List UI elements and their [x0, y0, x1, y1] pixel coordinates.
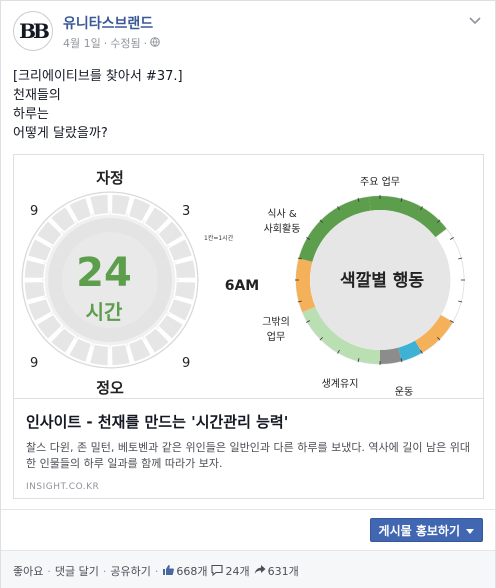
tick-left-bottom: 9 [30, 356, 38, 371]
link-domain: INSIGHT.CO.KR [26, 482, 100, 492]
label-other-work-1: 그밖의 [262, 316, 290, 328]
label-exercise: 운동 [395, 386, 413, 398]
caret-down-icon [466, 523, 474, 537]
likes-stat[interactable]: 668개 [162, 563, 207, 579]
meta-separator: · [103, 36, 108, 50]
clock-center-unit: 시간 [86, 300, 123, 324]
label-main-work: 주요 업무 [360, 175, 400, 188]
action-dot-2: · [102, 564, 107, 578]
meta-separator-2: · [143, 36, 148, 50]
globe-icon[interactable] [150, 36, 160, 50]
promote-label: 게시물 홍보하기 [378, 523, 460, 538]
clock-right-label: 6AM [225, 278, 260, 294]
activity-ring: 색깔별 행동 주요 업무 식사 & 사회활동 그밖의 업무 생계유지 운동 [262, 175, 465, 398]
link-preview[interactable]: 자정 정오 6AM 9 3 9 9 1칸=1시간 24 시간 색깔별 행동 주요… [13, 154, 484, 499]
shares-stat[interactable]: 631개 [254, 563, 299, 579]
comments-stat[interactable]: 24개 [211, 563, 250, 579]
tick-right-bottom: 9 [182, 356, 190, 371]
tick-right-top: 3 [182, 204, 190, 219]
avatar[interactable]: BB [13, 11, 53, 51]
action-dot-3: · [154, 564, 159, 578]
clock-bottom-label: 정오 [96, 379, 124, 397]
post-meta: 4월 1일 · 수정됨 · [63, 35, 160, 51]
comment-link[interactable]: 댓글 달기 [55, 563, 99, 579]
infographic-svg: 자정 정오 6AM 9 3 9 9 1칸=1시간 24 시간 색깔별 행동 주요… [21, 169, 465, 398]
label-meal-social-1: 식사 & [267, 208, 297, 220]
infographic-image[interactable]: 자정 정오 6AM 9 3 9 9 1칸=1시간 24 시간 색깔별 행동 주요… [14, 155, 483, 398]
comment-icon [211, 564, 224, 579]
chevron-down-icon[interactable] [467, 15, 483, 31]
label-other-work-2: 업무 [267, 330, 285, 343]
thumbs-up-icon [162, 564, 175, 579]
avatar-logo: BB [19, 19, 50, 43]
share-icon [254, 564, 266, 579]
clock-center-number: 24 [76, 250, 132, 296]
likes-count: 668개 [176, 565, 208, 578]
tick-left-top: 9 [30, 204, 38, 219]
link-title[interactable]: 인사이트 - 천재를 만드는 '시간관리 능력' [26, 411, 471, 432]
post-header: BB 유니타스브랜드 4월 1일 · 수정됨 · [13, 9, 483, 53]
clock-graphic: 자정 정오 6AM 9 3 9 9 1칸=1시간 24 시간 [21, 169, 260, 397]
page-name-link[interactable]: 유니타스브랜드 [63, 13, 153, 33]
comments-count: 24개 [225, 565, 250, 578]
label-meal-social-2: 사회활동 [264, 222, 301, 235]
link-description: 찰스 다윈, 존 밀턴, 베토벤과 같은 위인들은 일반인과 다른 하루를 보냈… [26, 441, 470, 470]
post-card: BB 유니타스브랜드 4월 1일 · 수정됨 · [크리에이티브를 찾아서 #3… [0, 0, 496, 588]
tick-note: 1칸=1시간 [204, 234, 234, 242]
shares-count: 631개 [267, 565, 299, 578]
post-date[interactable]: 4월 1일 [63, 35, 101, 51]
edited-label[interactable]: 수정됨 [110, 35, 140, 51]
clock-top-label: 자정 [96, 169, 124, 187]
post-text: [크리에이티브를 찾아서 #37.] 천재들의 하루는 어떻게 달랐을까? [13, 69, 183, 141]
share-link[interactable]: 공유하기 [110, 563, 150, 579]
like-link[interactable]: 좋아요 [13, 563, 43, 579]
ring-segment [380, 347, 402, 364]
ring-center-label: 색깔별 행동 [340, 270, 424, 291]
post-actions: 좋아요 · 댓글 달기 · 공유하기 · 668개 24개 631개 [13, 563, 299, 579]
promote-post-button[interactable]: 게시물 홍보하기 [369, 518, 483, 542]
promote-row: 게시물 홍보하기 [1, 509, 495, 549]
label-living: 생계유지 [322, 378, 359, 390]
post-footer: 좋아요 · 댓글 달기 · 공유하기 · 668개 24개 631개 [1, 550, 495, 588]
link-info[interactable]: 인사이트 - 천재를 만드는 '시간관리 능력' 찰스 다윈, 존 밀턴, 베토… [14, 398, 483, 498]
action-dot-1: · [47, 564, 51, 578]
